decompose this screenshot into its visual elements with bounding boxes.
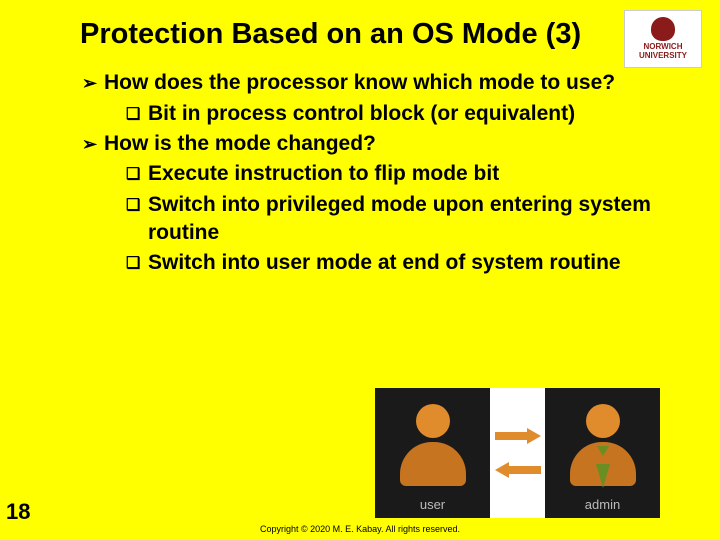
square-bullet-icon: ❑: [126, 164, 148, 186]
admin-person-icon: [568, 404, 638, 494]
user-label: user: [420, 497, 445, 512]
bullet-text: Execute instruction to flip mode bit: [148, 162, 499, 185]
bullet-lvl1: ➢How is the mode changed?: [102, 130, 660, 158]
arrow-right-icon: [495, 428, 541, 444]
bullet-text: Switch into user mode at end of system r…: [148, 251, 621, 274]
bullet-text: Bit in process control block (or equival…: [148, 102, 575, 125]
admin-panel: admin: [545, 388, 660, 518]
admin-label: admin: [585, 497, 620, 512]
copyright-text: Copyright © 2020 M. E. Kabay. All rights…: [260, 524, 460, 534]
bullet-lvl2: ❑Execute instruction to flip mode bit: [102, 160, 660, 188]
square-bullet-icon: ❑: [126, 195, 148, 217]
arrow-bullet-icon: ➢: [82, 71, 104, 95]
arrow-left-icon: [495, 462, 541, 478]
title-area: Protection Based on an OS Mode (3): [0, 0, 720, 61]
slide-title: Protection Based on an OS Mode (3): [80, 18, 590, 51]
bullet-lvl2: ❑Switch into user mode at end of system …: [102, 249, 660, 277]
bullet-text: How is the mode changed?: [104, 132, 376, 155]
arrow-exchange: [492, 388, 543, 518]
arrow-bullet-icon: ➢: [82, 132, 104, 156]
tie-icon: [597, 446, 609, 456]
user-admin-diagram: user admin: [375, 388, 660, 518]
logo-text-2: UNIVERSITY: [639, 52, 687, 61]
bullet-text: How does the processor know which mode t…: [104, 71, 615, 94]
bullet-lvl2: ❑Switch into privileged mode upon enteri…: [102, 191, 660, 248]
slide-number: 18: [6, 499, 30, 525]
content-body: ➢How does the processor know which mode …: [0, 61, 720, 277]
square-bullet-icon: ❑: [126, 104, 148, 126]
crest-icon: [651, 17, 675, 41]
university-logo: NORWICH UNIVERSITY: [624, 10, 702, 68]
square-bullet-icon: ❑: [126, 253, 148, 275]
user-panel: user: [375, 388, 490, 518]
bullet-lvl1: ➢How does the processor know which mode …: [102, 69, 660, 97]
user-person-icon: [398, 404, 468, 494]
bullet-text: Switch into privileged mode upon enterin…: [148, 193, 651, 244]
bullet-lvl2: ❑Bit in process control block (or equiva…: [102, 100, 660, 128]
